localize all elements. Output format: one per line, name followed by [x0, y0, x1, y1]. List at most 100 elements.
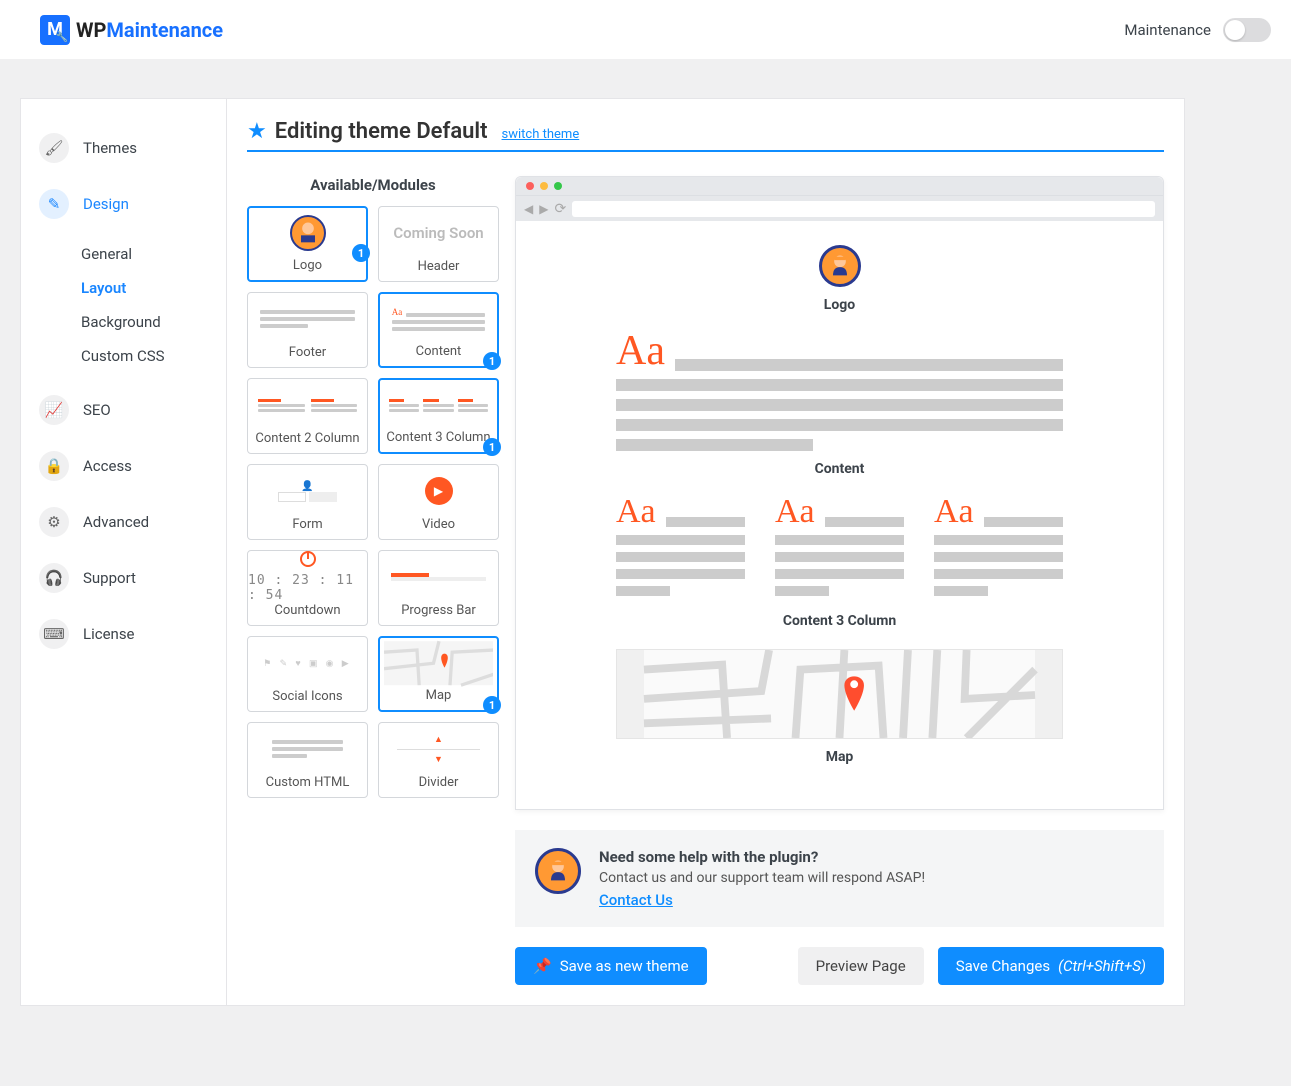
help-desc: Contact us and our support team will res…	[599, 870, 925, 886]
save-as-theme-button[interactable]: 📌 Save as new theme	[515, 947, 707, 985]
lock-icon: 🔒	[39, 451, 69, 481]
gear-icon: ⚙	[39, 507, 69, 537]
save-icon: 📌	[533, 957, 552, 975]
module-header[interactable]: Coming Soon Header	[378, 206, 499, 282]
module-label: Social Icons	[270, 689, 344, 705]
aa-icon: Aa	[616, 333, 665, 371]
layout-area: Available/Modules Logo 1 Coming Soon Hea…	[247, 176, 1164, 985]
module-content-3col[interactable]: Content 3 Column 1	[378, 378, 499, 454]
preview-map-block	[616, 649, 1063, 739]
browser-body[interactable]: Logo Aa Content Aa Aa Aa	[516, 221, 1163, 809]
nav-seo[interactable]: 📈 SEO	[21, 387, 226, 433]
maintenance-toggle[interactable]	[1223, 18, 1271, 42]
switch-theme-link[interactable]: switch theme	[502, 127, 580, 142]
page-title-bar: ★ Editing theme Default switch theme	[247, 119, 1164, 152]
badge: 1	[483, 352, 501, 370]
nav-label: Themes	[83, 139, 137, 157]
subnav-general[interactable]: General	[51, 237, 226, 271]
module-label: Video	[420, 517, 457, 533]
sidebar: 🖌 Themes ✎ Design General Layout Backgro…	[21, 99, 227, 1005]
nav-themes[interactable]: 🖌 Themes	[21, 125, 226, 171]
nav-back-icon: ◀	[524, 202, 533, 216]
clock-icon	[300, 551, 316, 567]
nav-license[interactable]: ⌨ License	[21, 611, 226, 657]
nav-label: SEO	[83, 401, 111, 419]
module-label: Content 2 Column	[253, 431, 361, 447]
traffic-light-min-icon	[540, 182, 548, 190]
countdown-time: 10 : 23 : 11 : 54	[248, 573, 367, 603]
preview-content-block: Aa	[616, 333, 1063, 451]
modules-grid: Logo 1 Coming Soon Header Footer Aa Cont…	[247, 206, 499, 798]
save-changes-button[interactable]: Save Changes (Ctrl+Shift+S)	[938, 947, 1164, 985]
btn-label: Save as new theme	[560, 957, 689, 975]
aa-icon: Aa	[775, 497, 815, 528]
module-label: Progress Bar	[399, 603, 478, 619]
contact-us-link[interactable]: Contact Us	[599, 891, 673, 909]
preview-page-button[interactable]: Preview Page	[798, 947, 924, 985]
arrow-down-icon: ▼	[434, 754, 443, 765]
module-label: Countdown	[272, 603, 342, 619]
aa-icon: Aa	[616, 497, 656, 528]
refresh-icon: ⟳	[554, 201, 566, 217]
badge: 1	[483, 696, 501, 714]
module-logo[interactable]: Logo 1	[247, 206, 368, 282]
nav-label: Support	[83, 569, 136, 587]
nav-label: License	[83, 625, 135, 643]
module-divider[interactable]: ▲ ▼ Divider	[378, 722, 499, 798]
module-social-icons[interactable]: ⚑ ✎ ♥ ▣ ◉ ▶ Social Icons	[247, 636, 368, 712]
nav-design[interactable]: ✎ Design	[21, 181, 226, 227]
headset-icon: 🎧	[39, 563, 69, 593]
module-label: Divider	[417, 775, 461, 791]
preview-content3-block: Aa Aa Aa	[616, 497, 1063, 604]
module-map[interactable]: Map 1	[378, 636, 499, 712]
arrow-up-icon: ▲	[434, 734, 443, 745]
btn-label: Preview Page	[816, 957, 906, 975]
browser-tabs	[516, 177, 1163, 195]
nav-access[interactable]: 🔒 Access	[21, 443, 226, 489]
brand-logo-icon: M🔧	[40, 15, 70, 45]
module-content[interactable]: Aa Content 1	[378, 292, 499, 368]
nav-label: Access	[83, 457, 132, 475]
nav-advanced[interactable]: ⚙ Advanced	[21, 499, 226, 545]
preview-content3-label: Content 3 Column	[556, 613, 1123, 629]
module-content-2col[interactable]: Content 2 Column	[247, 378, 368, 454]
nav-support[interactable]: 🎧 Support	[21, 555, 226, 601]
preview-logo-label: Logo	[556, 297, 1123, 313]
module-video[interactable]: ▶ Video	[378, 464, 499, 540]
brand-text-blue: Maintenance	[106, 18, 223, 42]
page-title: Editing theme Default	[275, 119, 488, 144]
module-label: Logo	[291, 258, 324, 274]
badge: 1	[352, 244, 370, 262]
subnav-layout[interactable]: Layout	[51, 271, 226, 305]
module-label: Footer	[287, 345, 328, 361]
traffic-light-close-icon	[526, 182, 534, 190]
play-icon: ▶	[425, 477, 453, 505]
module-countdown[interactable]: 10 : 23 : 11 : 54 Countdown	[247, 550, 368, 626]
coming-soon-text: Coming Soon	[393, 224, 483, 242]
module-progress-bar[interactable]: Progress Bar	[378, 550, 499, 626]
top-bar: M🔧 WPMaintenance Maintenance	[0, 0, 1291, 60]
preview-content-label: Content	[556, 461, 1123, 477]
help-text: Need some help with the plugin? Contact …	[599, 848, 925, 909]
module-label: Map	[424, 688, 454, 704]
chart-icon: 📈	[39, 395, 69, 425]
main-panel: 🖌 Themes ✎ Design General Layout Backgro…	[20, 98, 1185, 1006]
module-custom-html[interactable]: Custom HTML	[247, 722, 368, 798]
avatar-icon	[290, 215, 326, 251]
help-box: Need some help with the plugin? Contact …	[515, 830, 1164, 927]
brand-text-black: WP	[76, 18, 106, 42]
module-footer[interactable]: Footer	[247, 292, 368, 368]
design-subnav: General Layout Background Custom CSS	[21, 237, 226, 373]
main-content: ★ Editing theme Default switch theme Ava…	[227, 99, 1184, 1005]
brand-text: WPMaintenance	[76, 18, 223, 42]
module-label: Content 3 Column	[384, 430, 492, 446]
subnav-background[interactable]: Background	[51, 305, 226, 339]
roller-icon: 🖌	[39, 133, 69, 163]
pencil-icon: ✎	[39, 189, 69, 219]
shortcut-label: (Ctrl+Shift+S)	[1058, 957, 1146, 975]
subnav-custom-css[interactable]: Custom CSS	[51, 339, 226, 373]
modules-column: Available/Modules Logo 1 Coming Soon Hea…	[247, 176, 499, 985]
module-label: Custom HTML	[264, 775, 352, 791]
module-form[interactable]: 👤 Form	[247, 464, 368, 540]
keyboard-icon: ⌨	[39, 619, 69, 649]
